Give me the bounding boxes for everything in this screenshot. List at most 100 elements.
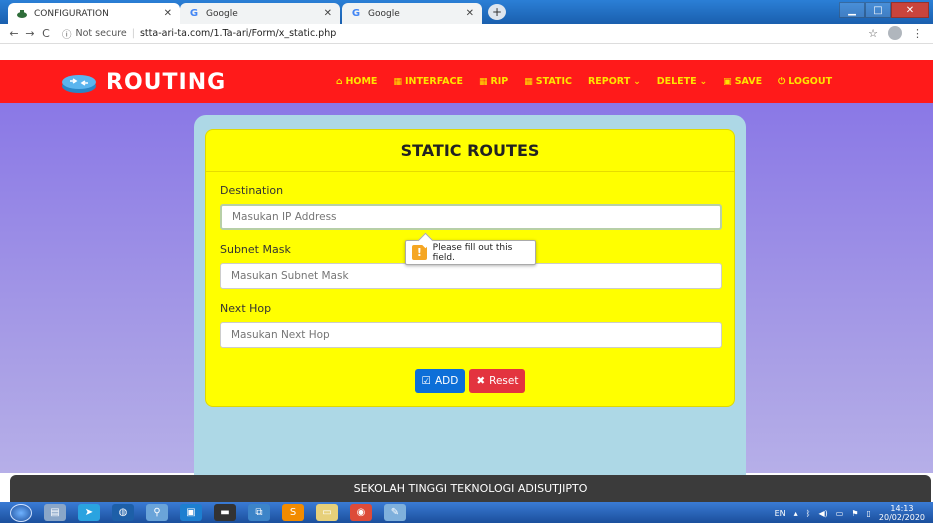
menu-label: SAVE xyxy=(734,76,763,87)
brand-title: ROUTING xyxy=(106,70,227,95)
profile-avatar[interactable] xyxy=(888,26,902,40)
menu-delete[interactable]: DELETE ⌄ xyxy=(657,76,707,87)
clock[interactable]: 14:13 20/02/2020 xyxy=(879,504,925,522)
close-tab-icon[interactable]: ✕ xyxy=(164,8,172,19)
back-icon[interactable]: ← xyxy=(6,27,22,40)
menu-label: HOME xyxy=(345,76,378,87)
flag-icon[interactable]: ⚑ xyxy=(851,509,858,518)
reload-icon[interactable]: C xyxy=(38,27,54,40)
volume-icon[interactable]: ◀) xyxy=(818,509,827,518)
home-icon: ⌂ xyxy=(336,76,343,87)
system-tray: EN ▴ ᛒ ◀) ▭ ⚑ ▯ 14:13 20/02/2020 xyxy=(775,504,925,522)
tooltip-text: Please fill out this field. xyxy=(432,242,513,263)
grid-icon: ▦ xyxy=(393,76,402,87)
add-label: ADD xyxy=(434,375,459,387)
google-icon: G xyxy=(351,8,361,19)
static-routes-card: STATIC ROUTES Destination Subnet Mask Ne… xyxy=(205,129,735,407)
menu-label: REPORT xyxy=(587,76,631,87)
store-icon[interactable]: ▣ xyxy=(180,504,202,521)
battery-icon[interactable]: ▯ xyxy=(866,509,870,518)
app-navbar: ROUTING ⌂ HOME ▦ INTERFACE ▦ RIP ▦ STATIC RE… xyxy=(0,60,933,103)
maximize-icon[interactable]: □ xyxy=(865,2,891,18)
grid-icon: ▦ xyxy=(524,76,533,87)
destination-label: Destination xyxy=(220,184,284,197)
forward-icon[interactable]: → xyxy=(22,27,38,40)
menu-label: STATIC xyxy=(535,76,572,87)
menu-home[interactable]: ⌂ HOME xyxy=(336,76,377,87)
router-logo-icon xyxy=(62,74,96,93)
menu-rip[interactable]: ▦ RIP xyxy=(479,76,508,87)
star-icon[interactable]: ☆ xyxy=(868,27,878,40)
warning-icon: ! xyxy=(412,245,427,260)
chevron-down-icon: ⌄ xyxy=(633,76,641,87)
next-hop-label: Next Hop xyxy=(220,302,272,315)
form-actions: ☑ ADD ✖ Reset xyxy=(220,369,720,393)
window-controls: ▁ □ ✕ xyxy=(839,2,929,18)
footer-text: SEKOLAH TINGGI TEKNOLOGI ADISUTJIPTO xyxy=(353,482,588,495)
omnibox[interactable]: ⓘ Not secure | stta-ari-ta.com/1.Ta-ari/… xyxy=(62,27,336,41)
chrome-icon[interactable]: ◉ xyxy=(350,504,372,521)
start-button[interactable] xyxy=(10,503,32,522)
menu-report[interactable]: REPORT ⌄ xyxy=(588,76,641,87)
save-icon: ▣ xyxy=(723,76,732,87)
page-footer: SEKOLAH TINGGI TEKNOLOGI ADISUTJIPTO xyxy=(10,475,931,502)
router-favicon-icon xyxy=(16,8,28,20)
next-hop-input[interactable] xyxy=(220,322,722,348)
reset-button[interactable]: ✖ Reset xyxy=(469,369,526,393)
bluetooth-icon[interactable]: ᛒ xyxy=(806,509,811,518)
clock-time: 14:13 xyxy=(890,504,914,513)
security-label: Not secure xyxy=(75,28,127,39)
url-text: stta-ari-ta.com/1.Ta-ari/Form/x_static.p… xyxy=(139,28,337,39)
menu-static[interactable]: ▦ STATIC xyxy=(524,76,572,87)
os-taskbar: ▤ ➤ ◍ ⚲ ▣ ▬ ⧉ S ▭ ◉ ✎ EN ▴ ᛒ ◀) ▭ ⚑ ▯ 14… xyxy=(0,502,933,523)
menu-logout[interactable]: ⏻ LOGOUT xyxy=(778,76,832,87)
tab-configuration[interactable]: CONFIGURATION ✕ xyxy=(8,3,180,24)
tab-title: Google xyxy=(206,8,238,19)
tab-google-1[interactable]: G Google ✕ xyxy=(180,3,340,24)
telegram-icon[interactable]: ➤ xyxy=(78,504,100,521)
language-indicator[interactable]: EN xyxy=(775,509,786,518)
tab-google-2[interactable]: G Google ✕ xyxy=(342,3,482,24)
browser-tabstrip: CONFIGURATION ✕ G Google ✕ G Google ✕ + … xyxy=(0,0,933,24)
menu-dots-icon[interactable]: ⋮ xyxy=(912,27,923,40)
add-button[interactable]: ☑ ADD xyxy=(414,369,466,393)
static-route-form: Destination Subnet Mask Next Hop ☑ ADD ✖… xyxy=(206,172,734,393)
main-menu: ⌂ HOME ▦ INTERFACE ▦ RIP ▦ STATIC REPORT ⌄ DE… xyxy=(336,76,832,87)
menu-interface[interactable]: ▦ INTERFACE xyxy=(393,76,463,87)
clock-date: 20/02/2020 xyxy=(878,513,925,522)
tab-title: CONFIGURATION xyxy=(34,8,109,19)
display-icon[interactable]: ▭ xyxy=(836,509,844,518)
power-icon: ⏻ xyxy=(778,76,786,87)
destination-input[interactable] xyxy=(220,204,722,230)
subnet-mask-input[interactable] xyxy=(220,263,722,289)
validation-tooltip: ! Please fill out this field. xyxy=(405,240,536,265)
menu-label: LOGOUT xyxy=(788,76,833,87)
brand[interactable]: ROUTING xyxy=(60,70,226,95)
menu-label: INTERFACE xyxy=(404,76,463,87)
paint-icon[interactable]: ✎ xyxy=(384,504,406,521)
file-icon[interactable]: ▤ xyxy=(44,504,66,521)
tab-title: Google xyxy=(368,8,400,19)
google-icon: G xyxy=(189,8,199,19)
minimize-icon[interactable]: ▁ xyxy=(839,2,865,18)
card-title: STATIC ROUTES xyxy=(206,130,734,172)
close-window-icon[interactable]: ✕ xyxy=(891,2,929,18)
menu-label: RIP xyxy=(490,76,509,87)
globe-icon[interactable]: ◍ xyxy=(112,504,134,521)
menu-label: DELETE xyxy=(656,76,697,87)
terminal-icon[interactable]: ▬ xyxy=(214,504,236,521)
tray-up-icon[interactable]: ▴ xyxy=(794,509,798,518)
network-icon[interactable]: ⧉ xyxy=(248,504,270,521)
info-icon[interactable]: ⓘ xyxy=(62,27,72,41)
chevron-down-icon: ⌄ xyxy=(699,76,708,87)
menu-save[interactable]: ▣ SAVE xyxy=(723,76,762,87)
reset-label: Reset xyxy=(489,375,519,387)
folder-icon[interactable]: ▭ xyxy=(316,504,338,521)
x-icon: ✖ xyxy=(476,375,486,387)
sublime-icon[interactable]: S xyxy=(282,504,304,521)
close-tab-icon[interactable]: ✕ xyxy=(324,8,332,19)
search-icon[interactable]: ⚲ xyxy=(146,504,168,521)
new-tab-icon[interactable]: + xyxy=(488,4,506,20)
close-tab-icon[interactable]: ✕ xyxy=(466,8,474,19)
check-square-icon: ☑ xyxy=(421,375,431,387)
